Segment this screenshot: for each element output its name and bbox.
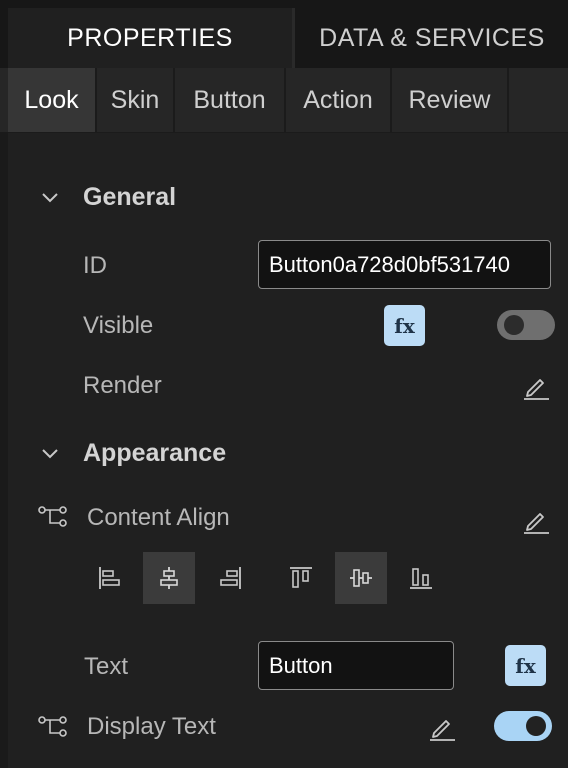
subtab-action[interactable]: Action [286,68,392,132]
text-field[interactable]: Button [258,641,454,690]
pencil-icon [524,513,549,534]
left-gutter [0,132,8,768]
align-bottom-button[interactable] [395,552,447,604]
align-right-button[interactable] [204,552,256,604]
display-text-toggle[interactable] [494,711,552,741]
align-top-icon [290,567,312,588]
align-center-vertical-icon [350,569,372,587]
subtab-review[interactable]: Review [392,68,509,132]
render-label: Render [83,372,162,399]
tab-divider [292,8,295,68]
hierarchy-icon [38,716,67,737]
render-edit-button[interactable] [522,372,550,405]
visible-fx-button[interactable]: fx [384,305,425,346]
subtab-skin[interactable]: Skin [97,68,175,132]
content-align-edit-button[interactable] [522,506,550,539]
display-text-link[interactable] [38,716,68,743]
visible-label: Visible [83,312,154,339]
display-text-edit-button[interactable] [428,713,456,746]
subtab-button[interactable]: Button [175,68,286,132]
id-label: ID [83,252,107,279]
subtab-look[interactable]: Look [8,68,97,132]
text-fx-button[interactable]: fx [505,645,546,686]
align-top-button[interactable] [275,552,327,604]
toggle-knob [504,315,524,335]
content-align-link[interactable] [38,506,68,533]
toggle-knob [526,716,546,736]
tab-data-services[interactable]: DATA & SERVICES [296,8,568,68]
general-collapse-toggle[interactable] [41,188,59,211]
pencil-icon [524,379,549,400]
chevron-down-icon [42,193,58,203]
content-align-label: Content Align [87,504,230,531]
pencil-icon [430,720,455,741]
general-section-title: General [83,183,177,211]
appearance-section-title: Appearance [83,439,227,467]
align-center-horizontal-button[interactable] [143,552,195,604]
align-center-horizontal-icon [160,567,178,589]
align-right-icon [220,567,241,589]
text-label: Text [84,653,129,680]
tab-properties[interactable]: PROPERTIES [8,8,292,68]
display-text-label: Display Text [87,713,216,740]
chevron-down-icon [42,449,58,459]
id-field[interactable]: Button0a728d0bf531740 [258,240,551,289]
align-left-icon [99,567,120,589]
hierarchy-icon [38,506,67,527]
visible-toggle[interactable] [497,310,555,340]
align-left-button[interactable] [84,552,136,604]
align-center-vertical-button[interactable] [335,552,387,604]
appearance-collapse-toggle[interactable] [41,444,59,467]
align-bottom-icon [410,568,432,589]
